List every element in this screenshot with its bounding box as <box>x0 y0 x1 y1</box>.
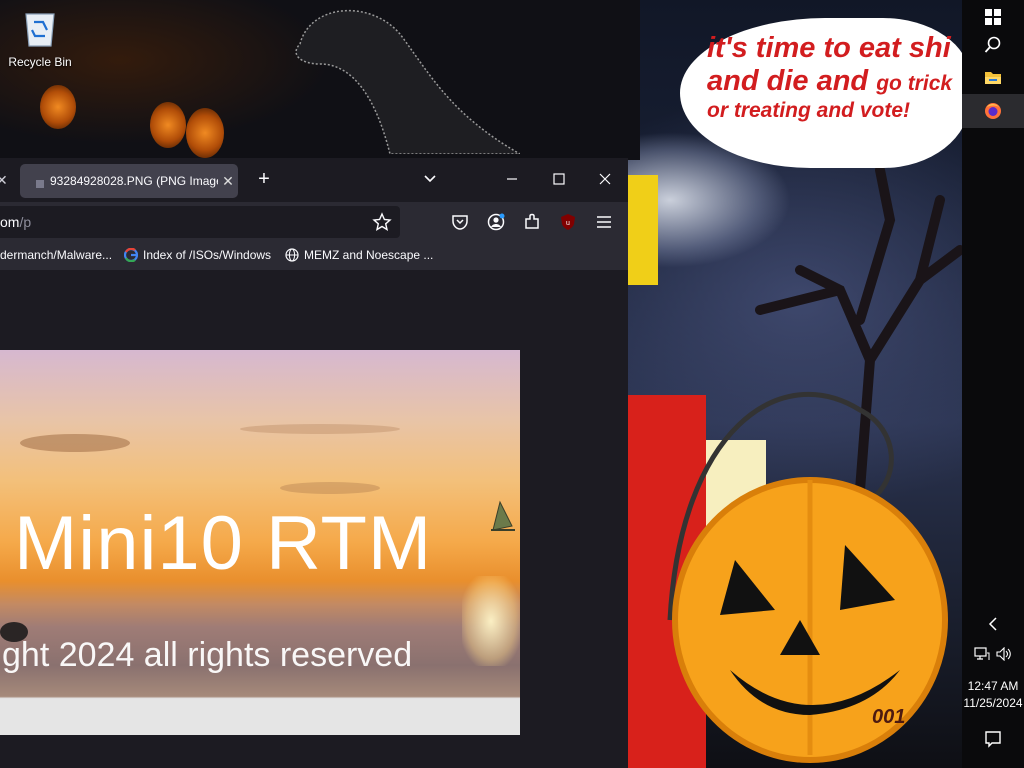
new-tab-button[interactable]: + <box>252 168 276 192</box>
recycle-bin-icon <box>25 13 55 47</box>
windows-logo-icon <box>985 9 1001 25</box>
bookmarks-toolbar: dermanch/Malware... Index of /ISOs/Windo… <box>0 242 628 271</box>
speech-line: it's time to eat shi <box>707 32 951 64</box>
image-cloud <box>240 424 400 434</box>
sun-reflection <box>462 576 520 666</box>
network-icon[interactable] <box>974 647 990 661</box>
maximize-icon <box>553 173 565 185</box>
bookmark-label: Index of /ISOs/Windows <box>143 248 272 262</box>
account-icon[interactable] <box>486 212 506 232</box>
minimize-icon <box>507 178 517 180</box>
bookmark-item[interactable]: dermanch/Malware... <box>0 248 112 262</box>
show-hidden-icons-button[interactable] <box>962 612 1024 636</box>
taskbar: 12:47 AM 11/25/2024 <box>962 0 1024 768</box>
speech-line: and die and <box>707 65 869 97</box>
google-icon <box>124 248 138 262</box>
minimize-button[interactable] <box>500 168 524 192</box>
extensions-icon[interactable] <box>522 212 542 232</box>
bookmark-label: MEMZ and Noescape ... <box>304 248 434 262</box>
file-explorer-button[interactable] <box>962 60 1024 94</box>
pocket-icon[interactable] <box>450 212 470 232</box>
maximize-button[interactable] <box>547 168 571 192</box>
volume-icon[interactable] <box>996 647 1012 661</box>
tab-image[interactable]: 93284928028.PNG (PNG Image, ✕ <box>20 164 238 198</box>
bookmark-item[interactable]: Index of /ISOs/Windows <box>124 248 271 262</box>
tab-strip: ✕ 93284928028.PNG (PNG Image, ✕ + <box>0 158 628 202</box>
firefox-icon <box>985 103 1001 119</box>
browser-window: ✕ 93284928028.PNG (PNG Image, ✕ + om/p u… <box>0 158 628 768</box>
url-domain: om <box>0 214 20 230</box>
menu-icon[interactable] <box>594 212 614 232</box>
firefox-taskbar-button[interactable] <box>962 94 1024 128</box>
close-icon <box>599 173 611 185</box>
page-content: Mini10 RTM ght 2024 all rights reserved <box>0 270 628 768</box>
wallpaper-pumpkin <box>150 102 186 148</box>
speech-line: or treating and vote! <box>707 99 911 122</box>
list-tabs-button[interactable] <box>418 168 442 192</box>
desktop-icon-label: Recycle Bin <box>8 55 72 69</box>
plus-icon: + <box>258 168 270 190</box>
wallpaper-pumpkin <box>186 108 224 158</box>
close-window-button[interactable] <box>593 168 617 192</box>
notifications-button[interactable] <box>962 722 1024 756</box>
chevron-left-icon <box>988 617 997 631</box>
bookmark-label: dermanch/Malware... <box>0 248 113 262</box>
speech-line: go trick <box>876 72 953 95</box>
folder-icon <box>985 72 1001 84</box>
wallpaper-pumpkin <box>40 85 76 129</box>
url-bar[interactable]: om/p <box>0 206 400 238</box>
search-button[interactable] <box>962 28 1024 62</box>
image-copyright-text: ght 2024 all rights reserved <box>2 636 413 674</box>
chevron-down-icon <box>424 175 436 183</box>
tab-title: 93284928028.PNG (PNG Image, <box>50 174 218 188</box>
navigation-toolbar: om/p u <box>0 202 628 242</box>
close-icon[interactable]: ✕ <box>0 172 8 189</box>
bookmark-item[interactable]: MEMZ and Noescape ... <box>285 248 433 262</box>
recycle-bin-desktop-icon[interactable]: Recycle Bin <box>6 6 74 69</box>
witch-hat-cursor-icon <box>491 500 515 531</box>
pumpkin-bucket-image <box>667 391 948 763</box>
notification-icon <box>985 731 1001 748</box>
wallpaper-corner-text: 001 <box>872 706 906 728</box>
search-icon <box>984 36 1001 53</box>
svg-text:u: u <box>566 220 570 227</box>
url-path: /p <box>19 214 32 230</box>
bookmark-star-icon[interactable] <box>372 212 392 232</box>
speech-bubble-text: it's time to eat shi and die and go tric… <box>707 32 967 122</box>
globe-icon <box>285 248 299 262</box>
clock-date: 11/25/2024 <box>963 696 1023 710</box>
ublock-origin-icon[interactable]: u <box>558 212 578 232</box>
system-tray <box>962 642 1024 666</box>
cartoon-yellow-shape <box>628 175 658 285</box>
image-cloud <box>280 482 380 494</box>
image-title-text: Mini10 RTM <box>14 501 433 586</box>
image-cloud <box>20 434 130 452</box>
url-text: om/p <box>0 214 31 230</box>
clock-time: 12:47 AM <box>967 679 1019 693</box>
image-file-icon <box>36 177 44 188</box>
close-tab-icon[interactable]: ✕ <box>218 173 238 190</box>
displayed-image[interactable]: Mini10 RTM ght 2024 all rights reserved <box>0 350 520 735</box>
witch-hat-image <box>295 9 520 154</box>
clock[interactable]: 12:47 AM 11/25/2024 <box>962 678 1024 712</box>
